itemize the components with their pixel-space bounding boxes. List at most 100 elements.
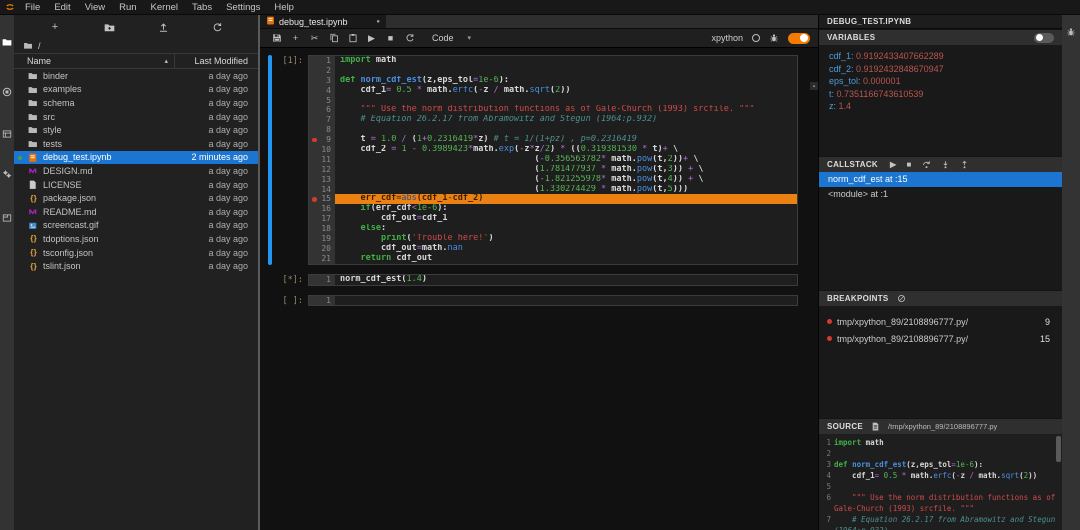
code-cell-3[interactable]: [ ]:1: [260, 295, 818, 307]
file-browser-icon[interactable]: [0, 35, 14, 49]
step-out-button[interactable]: [960, 160, 969, 169]
cell-editor[interactable]: 1: [308, 295, 798, 307]
line-gutter[interactable]: 21: [309, 254, 335, 264]
step-over-button[interactable]: [922, 160, 931, 169]
run-button[interactable]: ▶: [363, 31, 380, 46]
line-gutter[interactable]: 11: [309, 155, 335, 165]
file-row-debug_test.ipynb[interactable]: debug_test.ipynb2 minutes ago: [14, 151, 258, 165]
line-gutter[interactable]: 16: [309, 204, 335, 214]
new-folder-button[interactable]: [100, 19, 118, 35]
file-row-src[interactable]: srca day ago: [14, 110, 258, 124]
line-gutter[interactable]: 4: [309, 86, 335, 96]
file-row-package.json[interactable]: { }package.jsona day ago: [14, 191, 258, 205]
step-in-button[interactable]: [941, 160, 950, 169]
cell-editor[interactable]: 1norm_cdf_est(1.4): [308, 274, 798, 286]
variable-z[interactable]: z: 1.4: [819, 100, 1062, 113]
column-last-modified[interactable]: Last Modified: [174, 54, 258, 68]
variables-view-toggle[interactable]: [1034, 33, 1054, 43]
file-row-DESIGN.md[interactable]: DESIGN.mda day ago: [14, 164, 258, 178]
code-cell-2[interactable]: [*]:1norm_cdf_est(1.4): [260, 274, 818, 286]
line-gutter[interactable]: 2: [309, 66, 335, 76]
breakpoint-icon[interactable]: [312, 138, 317, 143]
line-gutter[interactable]: 3: [309, 76, 335, 86]
remove-all-breakpoints-icon[interactable]: [897, 294, 906, 303]
debugger-toggle[interactable]: [788, 33, 810, 44]
restart-button[interactable]: [401, 31, 418, 46]
variable-cdf_2[interactable]: cdf_2: 0.9192432848670947: [819, 63, 1062, 76]
continue-button[interactable]: ▶: [890, 160, 896, 169]
bug-icon[interactable]: [1064, 25, 1078, 39]
line-gutter[interactable]: 12: [309, 165, 335, 175]
cut-button[interactable]: ✂: [306, 31, 323, 46]
bug-icon[interactable]: [769, 33, 779, 43]
source-scrollbar[interactable]: [1056, 436, 1061, 462]
breadcrumb[interactable]: /: [14, 39, 258, 53]
menu-help[interactable]: Help: [267, 0, 301, 15]
line-gutter[interactable]: 1: [309, 275, 335, 285]
line-gutter[interactable]: 1: [309, 296, 335, 306]
new-launcher-button[interactable]: +: [46, 19, 64, 35]
menu-file[interactable]: File: [18, 0, 47, 15]
line-gutter[interactable]: 13: [309, 175, 335, 185]
line-gutter[interactable]: 1: [309, 56, 335, 66]
column-name[interactable]: Name ▴: [14, 56, 174, 66]
line-gutter[interactable]: 10: [309, 145, 335, 155]
menu-view[interactable]: View: [78, 0, 112, 15]
breadcrumb-root[interactable]: /: [38, 41, 41, 51]
extensions-icon[interactable]: [0, 167, 14, 181]
file-row-schema[interactable]: schemaa day ago: [14, 96, 258, 110]
menu-edit[interactable]: Edit: [47, 0, 77, 15]
breakpoint-row[interactable]: tmp/xpython_89/2108896777.py/9: [819, 313, 1062, 330]
line-gutter[interactable]: 5: [309, 96, 335, 106]
file-row-tsconfig.json[interactable]: { }tsconfig.jsona day ago: [14, 246, 258, 260]
refresh-button[interactable]: [208, 19, 226, 35]
file-row-tests[interactable]: testsa day ago: [14, 137, 258, 151]
close-icon[interactable]: ●: [376, 19, 380, 25]
terminate-button[interactable]: ■: [906, 160, 911, 169]
file-row-README.md[interactable]: README.mda day ago: [14, 205, 258, 219]
cell-type-dropdown[interactable]: Code ▾: [428, 33, 475, 43]
menu-run[interactable]: Run: [112, 0, 143, 15]
file-row-tdoptions.json[interactable]: { }tdoptions.jsona day ago: [14, 232, 258, 246]
file-row-LICENSE[interactable]: LICENSEa day ago: [14, 178, 258, 192]
code-cell-1[interactable]: [1]:1import math23def norm_cdf_est(z,eps…: [260, 55, 818, 265]
line-gutter[interactable]: 15: [309, 194, 335, 204]
file-row-tslint.json[interactable]: { }tslint.jsona day ago: [14, 259, 258, 273]
breakpoint-row[interactable]: tmp/xpython_89/2108896777.py/15: [819, 330, 1062, 347]
copy-button[interactable]: [325, 31, 342, 46]
file-row-examples[interactable]: examplesa day ago: [14, 83, 258, 97]
add-button[interactable]: +: [287, 31, 304, 46]
file-row-style[interactable]: stylea day ago: [14, 123, 258, 137]
scroll-up-arrow[interactable]: ▴: [810, 82, 818, 90]
stack-frame[interactable]: <module> at :1: [819, 187, 1062, 202]
save-button[interactable]: [268, 31, 285, 46]
stack-frame[interactable]: norm_cdf_est at :15: [819, 172, 1062, 187]
line-gutter[interactable]: 7: [309, 115, 335, 125]
breakpoint-icon[interactable]: [312, 197, 317, 202]
file-row-screencast.gif[interactable]: screencast.gifa day ago: [14, 219, 258, 233]
property-inspector-icon[interactable]: [0, 127, 14, 141]
running-kernels-icon[interactable]: [0, 85, 14, 99]
menu-kernel[interactable]: Kernel: [144, 0, 185, 15]
kernel-name[interactable]: xpython: [711, 33, 743, 43]
open-tabs-icon[interactable]: [0, 211, 14, 225]
variable-t[interactable]: t: 0.7351166743610539: [819, 88, 1062, 101]
paste-button[interactable]: [344, 31, 361, 46]
cell-editor[interactable]: 1import math23def norm_cdf_est(z,eps_tol…: [308, 55, 798, 265]
line-gutter[interactable]: 14: [309, 185, 335, 195]
menu-settings[interactable]: Settings: [219, 0, 267, 15]
line-gutter[interactable]: 17: [309, 214, 335, 224]
line-gutter[interactable]: 20: [309, 244, 335, 254]
line-gutter[interactable]: 9: [309, 135, 335, 145]
line-gutter[interactable]: 19: [309, 234, 335, 244]
variable-eps_tol[interactable]: eps_tol: 0.000001: [819, 75, 1062, 88]
upload-button[interactable]: [154, 19, 172, 35]
stop-button[interactable]: ■: [382, 31, 399, 46]
line-gutter[interactable]: 6: [309, 105, 335, 115]
variable-cdf_1[interactable]: cdf_1: 0.9192433407662289: [819, 50, 1062, 63]
open-source-file-icon[interactable]: [871, 422, 880, 431]
tab-debug-test-ipynb[interactable]: debug_test.ipynb ●: [260, 15, 386, 28]
menu-tabs[interactable]: Tabs: [185, 0, 219, 15]
file-row-binder[interactable]: bindera day ago: [14, 69, 258, 83]
line-gutter[interactable]: 18: [309, 224, 335, 234]
